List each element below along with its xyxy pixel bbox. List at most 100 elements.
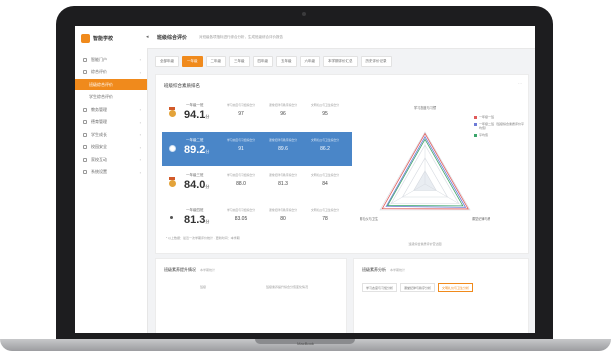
legend-swatch [474, 133, 477, 137]
analysis-card: 班级素养分析 本学期统计 学习态度与习惯分析 课堂纪律与秩序分析 文明礼仪与卫生分析 [353, 258, 529, 333]
rank-dot-icon [170, 216, 173, 219]
chevron-icon: › [139, 132, 141, 137]
menu-icon [83, 145, 87, 149]
metric-label: 学习态度与习惯综合分 [227, 173, 255, 177]
metric-cell: 文明礼仪与卫生综合分 84 [308, 173, 342, 187]
analysis-tab[interactable]: 学习态度与习惯分析 [362, 283, 398, 292]
metric-cell: 学习态度与习惯综合分 97 [224, 103, 258, 117]
ranking-row[interactable]: 一年级二班 89.2分 学习态度与习惯综合分 91 课堂纪律与秩序综合分 89.6 文明礼仪… [162, 132, 352, 166]
tab-grade[interactable]: 三年级 [229, 56, 250, 67]
metric-value: 96 [280, 111, 286, 117]
ranking-title: 班级综合素质排名 [164, 83, 200, 88]
legend-item[interactable]: 一年级二班（班级综合素质评价平均值） [474, 122, 524, 130]
chevron-icon: › [139, 69, 141, 75]
class-name: 一年级三班 [186, 173, 204, 177]
tab-grade[interactable]: 本学期评价汇总 [323, 56, 358, 67]
ranking-row[interactable]: 一年级四班 81.3分 学习态度与习惯综合分 83.05 课堂纪律与秩序综合分 80 文明礼… [162, 202, 352, 236]
tab-grade[interactable]: 全部年级 [155, 56, 179, 67]
sidebar-item[interactable]: 班级综合评价 [75, 79, 147, 90]
metric-value: 83.05 [234, 216, 248, 222]
sidebar-item-label: 综合评价 [91, 69, 107, 74]
metric-cell: 课堂纪律与秩序综合分 96 [266, 103, 300, 117]
metric-label: 课堂纪律与秩序综合分 [269, 208, 297, 212]
laptop-brand: MacBook [297, 341, 314, 346]
legend-label: 平均值 [479, 133, 489, 137]
metric-cell: 文明礼仪与卫生综合分 78 [308, 208, 342, 222]
sidebar: 智能学校 智能门户 › 综合评价 › 班级综合评价 学生综合评价 教务管理 › 德育管理 › 学生成… [75, 26, 148, 333]
medal-icon [168, 177, 176, 187]
metric-cell: 课堂纪律与秩序综合分 81.3 [266, 173, 300, 187]
top-bar: ◂ 班级综合评价 对班级各项指标进行综合分析，生成班级综合评价报告 [146, 26, 535, 49]
brand-name: 智能学校 [93, 36, 114, 42]
sidebar-item[interactable]: 综合评价 › [75, 67, 147, 78]
ranking-card: 班级综合素质排名 ··· 一年级一班 94.1分 学习态度与习惯综合分 97 课堂纪律与… [155, 74, 529, 254]
legend-item[interactable]: 一年级一班 [474, 115, 524, 119]
tab-grade[interactable]: 二年级 [205, 56, 226, 67]
legend-item[interactable]: 平均值 [474, 133, 524, 137]
chevron-icon: › [139, 157, 141, 162]
menu-toggle-icon[interactable]: ◂ [146, 34, 149, 40]
sidebar-item-label: 家校互动 [91, 156, 107, 162]
metric-value: 89.6 [278, 146, 288, 152]
class-name: 一年级四班 [186, 208, 204, 212]
ranking-row[interactable]: 一年级一班 94.1分 学习态度与习惯综合分 97 课堂纪律与秩序综合分 96 文明礼仪与卫… [162, 97, 352, 131]
metric-cell: 文明礼仪与卫生综合分 95 [308, 103, 342, 117]
col-class-header: 班级 [200, 285, 207, 289]
sidebar-item[interactable]: 家校互动 › [75, 154, 147, 165]
metric-cell: 学习态度与习惯综合分 91 [224, 138, 258, 152]
radar-axis-label: 文明礼仪与卫生 [360, 216, 379, 221]
analysis-tab[interactable]: 文明礼仪与卫生分析 [438, 283, 474, 292]
sidebar-item[interactable]: 教务管理 › [75, 104, 147, 115]
app-screen: 智能学校 智能门户 › 综合评价 › 班级综合评价 学生综合评价 教务管理 › 德育管理 › 学生成… [75, 26, 535, 333]
tab-grade[interactable]: 五年级 [276, 56, 297, 67]
radar-chart: 学习态度与习惯课堂纪律与秩序 文明礼仪与卫生班级综合素质评价雷达图 [360, 105, 490, 246]
sidebar-item[interactable]: 德育管理 › [75, 117, 147, 128]
sidebar-item[interactable]: 校园安全 › [75, 142, 147, 153]
metric-label: 学习态度与习惯综合分 [227, 103, 255, 107]
sidebar-item-label: 学生成长 [91, 131, 107, 137]
chevron-icon: › [139, 107, 141, 112]
metric-label: 课堂纪律与秩序综合分 [269, 103, 297, 107]
analysis-tab[interactable]: 课堂纪律与秩序分析 [400, 283, 436, 292]
medal-icon [168, 142, 176, 152]
class-score: 89.2分 [184, 144, 210, 156]
sidebar-item[interactable]: 学生综合评价 [75, 92, 147, 103]
tab-grade[interactable]: 历史评价记录 [360, 56, 392, 67]
col-change-header: 班级素养提升综合分值变化情况 [266, 285, 309, 289]
metric-label: 学习态度与习惯综合分 [227, 138, 255, 142]
metric-label: 文明礼仪与卫生综合分 [311, 173, 339, 177]
metric-label: 文明礼仪与卫生综合分 [311, 208, 339, 212]
page-subtitle: 对班级各项指标进行综合分析，生成班级综合评价报告 [199, 35, 283, 39]
metric-value: 78 [322, 216, 328, 222]
brand[interactable]: 智能学校 [81, 34, 113, 43]
sidebar-item[interactable]: 学生成长 › [75, 129, 147, 140]
legend-swatch [474, 115, 477, 119]
camera-icon [302, 12, 306, 16]
tab-grade[interactable]: 四年级 [252, 56, 273, 67]
metric-value: 84 [322, 181, 328, 187]
sidebar-item[interactable]: 系统设置 › [75, 167, 147, 178]
more-icon[interactable]: ··· [518, 81, 522, 86]
footnote: * 以上数据：最近一次学期评价统计 · 更新时间：本学期 [166, 236, 240, 240]
radar-axis-label: 课堂纪律与秩序 [472, 216, 490, 221]
tab-grade[interactable]: 六年级 [299, 56, 320, 67]
metric-value: 80 [280, 216, 286, 222]
menu-icon [83, 120, 87, 124]
ranking-row[interactable]: 一年级三班 84.0分 学习态度与习惯综合分 88.0 课堂纪律与秩序综合分 81.3 文明… [162, 167, 352, 201]
metric-value: 86.2 [320, 146, 330, 152]
metric-label: 课堂纪律与秩序综合分 [269, 173, 297, 177]
sidebar-item-label: 系统设置 [91, 169, 107, 174]
sidebar-item[interactable]: 智能门户 › [75, 54, 147, 65]
chevron-icon: › [139, 57, 141, 62]
class-score: 81.3分 [184, 214, 210, 226]
tab-grade[interactable]: 一年级 [182, 56, 203, 67]
chevron-icon: › [139, 144, 141, 150]
logo-icon [81, 34, 90, 43]
sidebar-item-label: 校园安全 [91, 144, 107, 149]
chevron-icon: › [139, 119, 141, 125]
class-name: 一年级二班 [186, 138, 204, 142]
legend-label: 一年级一班 [479, 115, 495, 119]
sidebar-item-label: 智能门户 [91, 56, 107, 62]
metric-label: 学习态度与习惯综合分 [227, 208, 255, 212]
menu-icon [83, 57, 87, 62]
